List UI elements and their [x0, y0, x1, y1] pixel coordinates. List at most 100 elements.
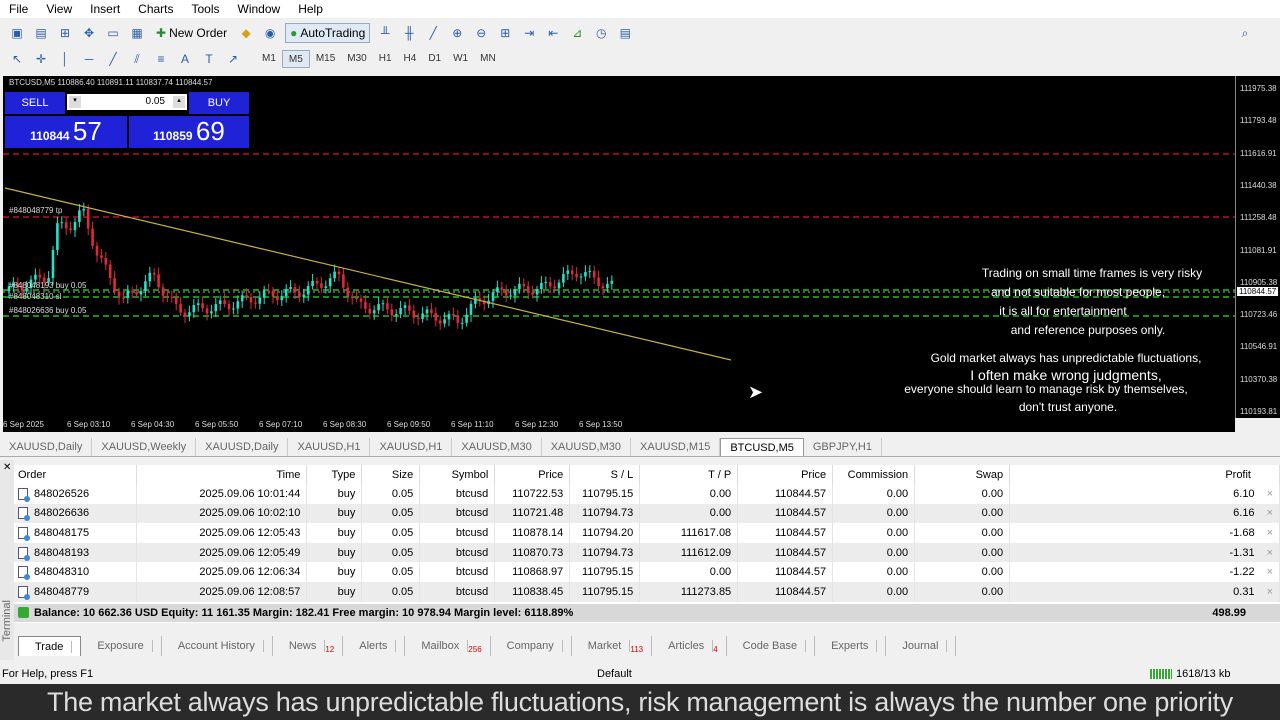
chart-tab[interactable]: BTCUSD,M5	[720, 438, 804, 456]
terminal-tab-alerts[interactable]: Alerts	[343, 636, 406, 656]
chart-tab[interactable]: XAUUSD,M15	[631, 438, 721, 456]
terminal-tab-account-history[interactable]: Account History	[162, 636, 273, 656]
column-header[interactable]: Type	[306, 465, 363, 484]
trendline-icon[interactable]: ╱	[104, 51, 122, 67]
timeframe-h4[interactable]: H4	[398, 50, 423, 68]
column-header[interactable]: Time	[136, 465, 308, 484]
column-header[interactable]: T / P	[639, 465, 739, 484]
timeframe-mn[interactable]: MN	[474, 50, 502, 68]
menu-view[interactable]: View	[37, 2, 81, 16]
terminal-tab-mailbox[interactable]: Mailbox 256	[405, 636, 491, 656]
cursor-icon[interactable]: ↖	[8, 51, 26, 67]
column-header[interactable]: Swap	[914, 465, 1011, 484]
column-header[interactable]: Price	[494, 465, 571, 484]
market-watch-icon[interactable]: ⊞	[56, 25, 74, 41]
table-row[interactable]: 848048779 2025.09.06 12:08:57 buy 0.05 btcus…	[14, 581, 1280, 602]
terminal-tab-experts[interactable]: Experts	[815, 636, 887, 656]
timeframe-w1[interactable]: W1	[447, 50, 474, 68]
timeframe-m15[interactable]: M15	[310, 50, 341, 68]
menu-file[interactable]: File	[0, 2, 37, 16]
line-chart-icon[interactable]: ╱	[424, 25, 442, 41]
column-header[interactable]: S / L	[569, 465, 641, 484]
channel-icon[interactable]: ⫽	[128, 51, 146, 67]
menu-charts[interactable]: Charts	[129, 2, 182, 16]
horizontal-line-icon[interactable]: ─	[80, 51, 98, 67]
text-icon[interactable]: A	[176, 51, 194, 67]
table-row[interactable]: 848048310 2025.09.06 12:06:34 buy 0.05 btcus…	[14, 562, 1280, 582]
lot-increase-button[interactable]: ▴	[173, 96, 185, 108]
sell-button[interactable]: SELL	[5, 92, 65, 114]
terminal-tab-exposure[interactable]: Exposure	[81, 636, 162, 656]
table-row[interactable]: 848026636 2025.09.06 10:02:10 buy 0.05 btcus…	[14, 503, 1280, 524]
menu-tools[interactable]: Tools	[183, 2, 229, 16]
terminal-tab-company[interactable]: Company	[491, 636, 572, 656]
menu-help[interactable]: Help	[289, 2, 332, 16]
close-order-icon[interactable]: ×	[1267, 527, 1273, 539]
crosshair-icon[interactable]: ✛	[32, 51, 50, 67]
lot-size-input[interactable]: 0.05	[67, 94, 187, 110]
time-axis[interactable]: 6 Sep 2025 6 Sep 03:10 6 Sep 04:30 6 Sep 05…	[3, 418, 1235, 432]
close-order-icon[interactable]: ×	[1267, 586, 1273, 598]
column-header[interactable]: Commission	[832, 465, 916, 484]
table-row[interactable]: 848048175 2025.09.06 12:05:43 buy 0.05 btcus…	[14, 523, 1280, 543]
vertical-line-icon[interactable]: │	[56, 51, 74, 67]
signals-icon[interactable]: ◉	[261, 25, 279, 41]
close-order-icon[interactable]: ×	[1267, 547, 1273, 559]
terminal-tab-code-base[interactable]: Code Base	[727, 636, 816, 656]
column-header[interactable]: Size	[361, 465, 421, 484]
table-row[interactable]: 848026526 2025.09.06 10:01:44 buy 0.05 btcus…	[14, 484, 1280, 504]
tile-windows-icon[interactable]: ⊞	[496, 25, 514, 41]
chart-tab[interactable]: XAUUSD,H1	[288, 438, 371, 456]
indicators-icon[interactable]: ⊿	[568, 25, 586, 41]
search-icon[interactable]: ⌕	[1236, 25, 1254, 41]
close-terminal-icon[interactable]: ✕	[3, 462, 11, 473]
chart-tab[interactable]: XAUUSD,M30	[542, 438, 632, 456]
table-row[interactable]: 848048193 2025.09.06 12:05:49 buy 0.05 btcus…	[14, 542, 1280, 563]
templates-icon[interactable]: ▤	[616, 25, 634, 41]
zoom-in-icon[interactable]: ⊕	[448, 25, 466, 41]
timeframe-m1[interactable]: M1	[256, 50, 282, 68]
chart-tab[interactable]: GBPJPY,H1	[804, 438, 882, 456]
close-order-icon[interactable]: ×	[1267, 488, 1273, 500]
timeframe-m5[interactable]: M5	[281, 50, 310, 68]
price-axis[interactable]: 111975.38 111793.48 111616.91 111440.38 1112…	[1235, 76, 1280, 418]
sell-price[interactable]: 110844 57	[5, 116, 127, 148]
buy-button[interactable]: BUY	[189, 92, 249, 114]
timeframe-d1[interactable]: D1	[422, 50, 447, 68]
new-order-button[interactable]: ✚ New Order	[152, 23, 231, 43]
bar-chart-icon[interactable]: ╨	[376, 25, 394, 41]
menu-window[interactable]: Window	[229, 2, 290, 16]
profiles-icon[interactable]: ▤	[32, 25, 50, 41]
column-header[interactable]: Profit	[1009, 465, 1280, 484]
tester-icon[interactable]: ▦	[128, 25, 146, 41]
chart-tab[interactable]: XAUUSD,Daily	[0, 438, 93, 456]
chart-tab[interactable]: XAUUSD,H1	[370, 438, 453, 456]
menu-insert[interactable]: Insert	[81, 2, 129, 16]
terminal-tab-articles[interactable]: Articles 4	[652, 636, 727, 656]
candlestick-icon[interactable]: ╫	[400, 25, 418, 41]
column-header[interactable]: Symbol	[419, 465, 496, 484]
zoom-out-icon[interactable]: ⊖	[472, 25, 490, 41]
navigator-icon[interactable]: ✥	[80, 25, 98, 41]
terminal-tab-news[interactable]: News 12	[273, 636, 344, 656]
chart-shift-icon[interactable]: ⇥	[520, 25, 538, 41]
terminal-tab-market[interactable]: Market 113	[572, 636, 653, 656]
new-chart-icon[interactable]: ▣	[8, 25, 26, 41]
close-order-icon[interactable]: ×	[1267, 507, 1273, 519]
timeframe-h1[interactable]: H1	[373, 50, 398, 68]
column-header[interactable]: Price	[737, 465, 834, 484]
fibonacci-icon[interactable]: ≡	[152, 51, 170, 67]
timeframe-m30[interactable]: M30	[341, 50, 372, 68]
terminal-icon[interactable]: ▭	[104, 25, 122, 41]
buy-price[interactable]: 110859 69	[129, 116, 249, 148]
terminal-tab-trade[interactable]: Trade	[18, 636, 82, 656]
price-chart[interactable]: BTCUSD,M5 110886.40 110891.11 110837.74 …	[3, 76, 1235, 418]
column-header[interactable]: Order	[14, 465, 138, 484]
text-label-icon[interactable]: T	[200, 51, 218, 67]
periods-icon[interactable]: ◷	[592, 25, 610, 41]
arrows-icon[interactable]: ↗	[224, 51, 242, 67]
autoscroll-icon[interactable]: ⇤	[544, 25, 562, 41]
autotrading-button[interactable]: ● AutoTrading	[285, 22, 371, 43]
terminal-tab-journal[interactable]: Journal	[886, 636, 957, 656]
metaeditor-icon[interactable]: ◆	[237, 25, 255, 41]
